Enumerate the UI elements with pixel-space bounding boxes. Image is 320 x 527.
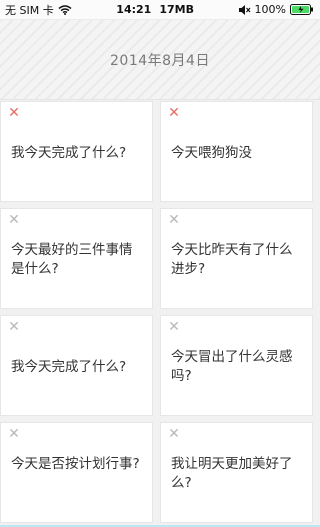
question-text: 今天喂狗狗没 [171,145,252,161]
battery-icon [289,4,314,15]
close-icon[interactable]: ✕ [167,106,181,120]
close-icon[interactable]: ✕ [7,320,21,334]
date-header: 2014年8月4日 [0,20,320,100]
close-icon[interactable]: ✕ [167,427,181,441]
question-text: 我今天完成了什么? [11,145,127,161]
question-card[interactable]: ✕ 我让明天更加美好了么? [160,422,313,523]
close-icon[interactable]: ✕ [167,320,181,334]
question-text: 今天比昨天有了什么进步? [171,242,293,277]
status-bar: 无 SIM 卡 14:21 17MB 100% [0,0,320,20]
time-label: 14:21 [116,3,152,16]
close-icon[interactable]: ✕ [167,213,181,227]
question-text: 今天是否按计划行事? [11,456,140,472]
question-card[interactable]: ✕ 我今天完成了什么? [0,315,153,416]
question-grid: ✕ 我今天完成了什么? ✕ 今天喂狗狗没 ✕ 今天最好的三件事情是什么? ✕ 今… [0,101,320,527]
question-card[interactable]: ✕ 今天比昨天有了什么进步? [160,208,313,309]
question-card[interactable]: ✕ 我今天完成了什么? [0,101,153,202]
question-card[interactable]: ✕ 今天是否按计划行事? [0,422,153,523]
question-text: 我让明天更加美好了么? [171,456,293,491]
battery-percent-label: 100% [254,3,286,16]
status-center: 14:21 17MB [116,3,194,16]
close-icon[interactable]: ✕ [7,427,21,441]
date-label: 2014年8月4日 [110,52,210,69]
question-text: 今天冒出了什么灵感吗? [171,349,293,384]
wifi-icon [58,4,72,15]
status-right: 100% [238,3,314,16]
question-text: 今天最好的三件事情是什么? [11,242,133,277]
close-icon[interactable]: ✕ [7,106,21,120]
memory-label: 17MB [159,3,194,16]
status-left: 无 SIM 卡 [5,2,72,18]
mute-icon [238,4,251,15]
question-text: 我今天完成了什么? [11,359,127,375]
close-icon[interactable]: ✕ [7,213,21,227]
question-card[interactable]: ✕ 今天最好的三件事情是什么? [0,208,153,309]
question-card[interactable]: ✕ 今天冒出了什么灵感吗? [160,315,313,416]
question-card[interactable]: ✕ 今天喂狗狗没 [160,101,313,202]
carrier-label: 无 SIM 卡 [5,3,54,17]
